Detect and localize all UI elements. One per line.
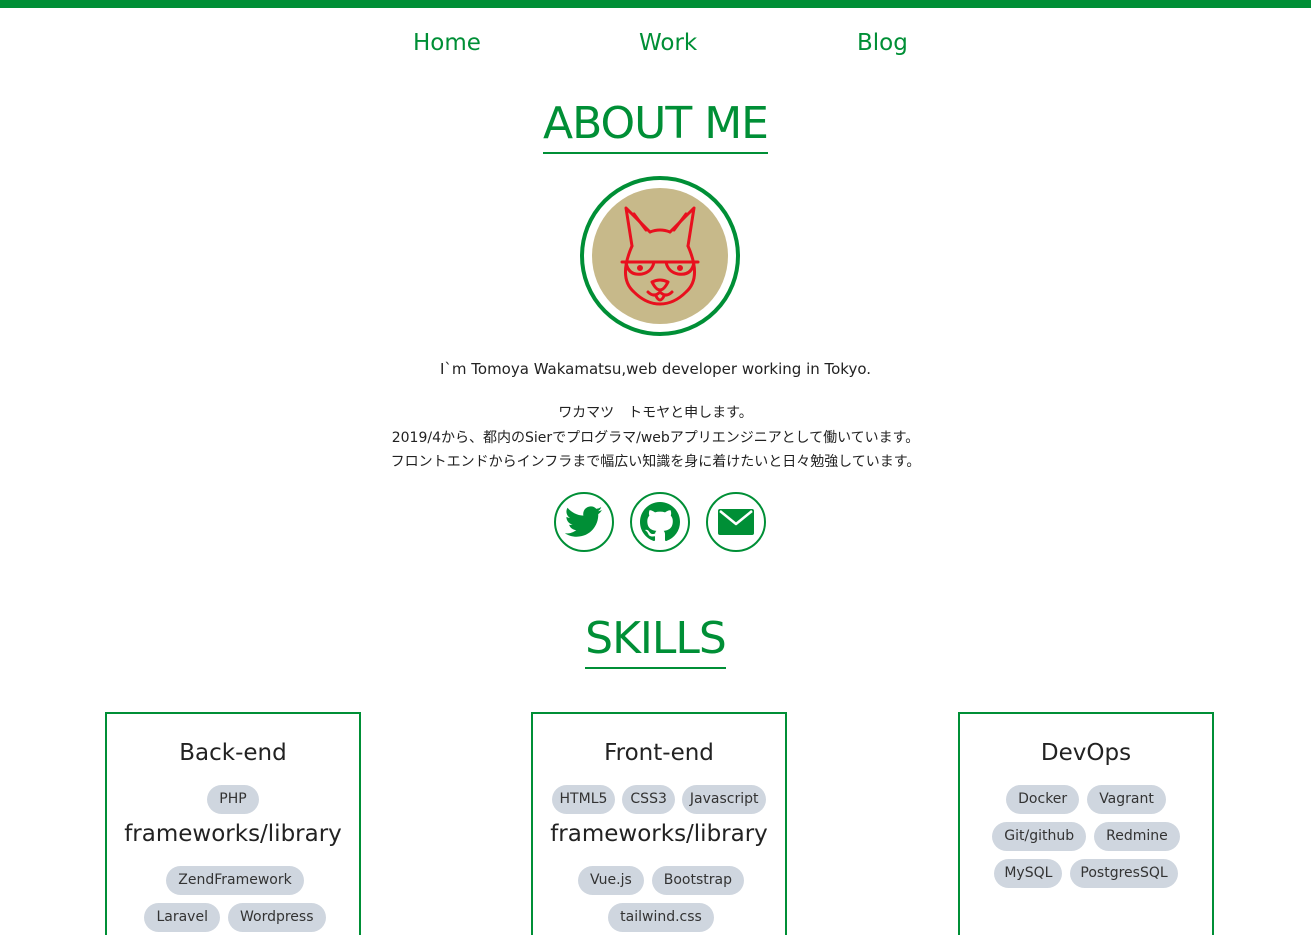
tag-list: PHP xyxy=(107,785,359,814)
card-subtitle: frameworks/library xyxy=(124,821,342,847)
bio-line: フロントエンドからインフラまで幅広い知識を身に着けたいと日々勉強しています。 xyxy=(390,454,921,470)
github-link[interactable] xyxy=(630,492,690,552)
tag-list: Docker Vagrant Git/github Redmine MySQL … xyxy=(978,785,1194,888)
github-icon xyxy=(640,502,680,542)
about-title-text: ABOUT ME xyxy=(543,98,769,154)
skill-tag: PHP xyxy=(207,785,259,814)
skill-tag: Git/github xyxy=(992,822,1087,851)
skill-tag: Vagrant xyxy=(1087,785,1166,814)
skill-tag: Docker xyxy=(1006,785,1080,814)
intro-text: I`m Tomoya Wakamatsu,web developer worki… xyxy=(439,360,872,378)
twitter-icon xyxy=(565,506,603,537)
skill-tag: MySQL xyxy=(994,859,1063,888)
skill-tag: tailwind.css xyxy=(608,903,714,932)
skill-tag: Laravel xyxy=(144,903,220,932)
tag-list: HTML5 CSS3 Javascript xyxy=(533,785,785,814)
skills-section-title: SKILLS xyxy=(0,613,1311,669)
skill-tag: ZendFramework xyxy=(166,866,304,895)
tag-list: Vue.js Bootstrap tailwind.css xyxy=(563,866,759,932)
skill-tag: Javascript xyxy=(681,785,767,814)
twitter-link[interactable] xyxy=(554,492,614,552)
card-title: DevOps xyxy=(1040,740,1132,766)
nav-work[interactable]: Work xyxy=(639,30,697,56)
nav-home[interactable]: Home xyxy=(413,30,481,56)
skill-card-backend: Back-end PHP frameworks/library ZendFram… xyxy=(105,712,361,935)
skill-tag: Vue.js xyxy=(578,866,644,895)
card-title: Front-end xyxy=(604,740,714,766)
nav-blog[interactable]: Blog xyxy=(857,30,908,56)
skill-tag: PostgresSQL xyxy=(1070,859,1178,888)
card-subtitle: frameworks/library xyxy=(550,821,768,847)
skill-tag: Redmine xyxy=(1094,822,1180,851)
skill-tag: Wordpress xyxy=(227,903,326,932)
skill-card-frontend: Front-end HTML5 CSS3 Javascript framewor… xyxy=(531,712,787,935)
skill-tag: CSS3 xyxy=(622,785,675,814)
skill-tag: HTML5 xyxy=(551,785,616,814)
tag-list: ZendFramework Laravel Wordpress xyxy=(129,866,341,932)
bio-line: ワカマツ トモヤと申します。 xyxy=(558,405,753,421)
avatar xyxy=(580,176,740,336)
skills-title-text: SKILLS xyxy=(585,613,727,669)
skill-card-devops: DevOps Docker Vagrant Git/github Redmine… xyxy=(958,712,1214,935)
card-title: Back-end xyxy=(179,740,287,766)
about-section-title: ABOUT ME xyxy=(0,98,1311,154)
mail-link[interactable] xyxy=(706,492,766,552)
skill-tag: Bootstrap xyxy=(651,866,744,895)
japanese-bio: ワカマツ トモヤと申します。 2019/4から、都内のSierでプログラマ/we… xyxy=(0,401,1311,475)
top-accent-bar xyxy=(0,0,1311,8)
bio-line: 2019/4から、都内のSierでプログラマ/webアプリエンジニアとして働いて… xyxy=(391,429,920,446)
mail-icon xyxy=(718,509,754,535)
main-nav: Home Work Blog xyxy=(0,30,1311,66)
dog-avatar-icon xyxy=(592,188,728,324)
